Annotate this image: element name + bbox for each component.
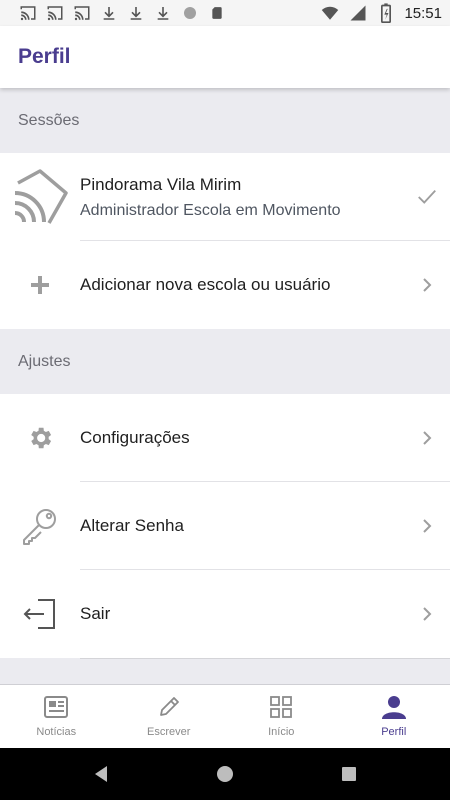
tab-noticias[interactable]: Notícias [0, 685, 113, 748]
tab-escrever[interactable]: Escrever [113, 685, 226, 748]
status-notifications [18, 3, 227, 23]
recents-icon[interactable] [337, 762, 361, 786]
status-bar: 15:51 [0, 0, 450, 26]
page-title: Perfil [18, 45, 71, 68]
cast-icon [45, 3, 65, 23]
chevron-right-icon [404, 277, 450, 293]
session-subtitle: Administrador Escola em Movimento [80, 201, 341, 219]
settings-item-sair[interactable]: Sair [0, 570, 450, 658]
tab-label: Notícias [36, 726, 77, 738]
sd-card-icon [207, 3, 227, 23]
add-school-or-user-item[interactable]: Adicionar nova escola ou usuário [0, 241, 450, 329]
plus-icon [0, 241, 80, 329]
person-icon [381, 695, 407, 724]
logout-icon [0, 570, 80, 658]
status-system: 15:51 [320, 3, 442, 23]
chevron-right-icon [404, 518, 450, 534]
grid-icon [269, 695, 293, 724]
cast-icon [18, 3, 38, 23]
tab-inicio[interactable]: Início [225, 685, 338, 748]
download-icon [153, 3, 173, 23]
home-icon[interactable] [213, 762, 237, 786]
back-icon[interactable] [89, 762, 113, 786]
chevron-right-icon [404, 606, 450, 622]
profile-content[interactable]: Sessões Pindorama Vila Mirim Administrad… [0, 88, 450, 684]
chevron-right-icon [404, 430, 450, 446]
pencil-icon [157, 695, 181, 724]
section-header-sessions: Sessões [0, 88, 450, 153]
settings-item-label: Configurações [80, 428, 190, 447]
check-icon [404, 186, 450, 208]
newspaper-icon [43, 695, 69, 724]
status-time: 15:51 [404, 4, 442, 22]
circle-icon [180, 3, 200, 23]
cast-icon [0, 153, 80, 241]
session-title: Pindorama Vila Mirim [80, 174, 242, 194]
settings-item-alterar-senha[interactable]: Alterar Senha [0, 482, 450, 570]
settings-item-label: Alterar Senha [80, 516, 184, 535]
tab-label: Início [268, 726, 295, 738]
cast-icon [72, 3, 92, 23]
settings-item-label: Sair [80, 604, 111, 623]
download-icon [99, 3, 119, 23]
settings-item-configuracoes[interactable]: Configurações [0, 394, 450, 482]
section-header-settings: Ajustes [0, 329, 450, 394]
signal-icon [348, 3, 368, 23]
system-nav-bar [0, 748, 450, 800]
wifi-icon [320, 3, 340, 23]
bottom-tab-bar: Notícias Escrever Início Perfil [0, 684, 450, 748]
gear-icon [0, 394, 80, 482]
add-school-label: Adicionar nova escola ou usuário [80, 275, 331, 294]
tab-label: Perfil [381, 726, 407, 738]
download-icon [126, 3, 146, 23]
session-item[interactable]: Pindorama Vila Mirim Administrador Escol… [0, 153, 450, 241]
app-bar: Perfil [0, 26, 450, 88]
divider [80, 658, 450, 659]
tab-perfil[interactable]: Perfil [338, 685, 450, 748]
tab-label: Escrever [147, 726, 191, 738]
key-icon [0, 482, 80, 570]
battery-icon [376, 3, 396, 23]
